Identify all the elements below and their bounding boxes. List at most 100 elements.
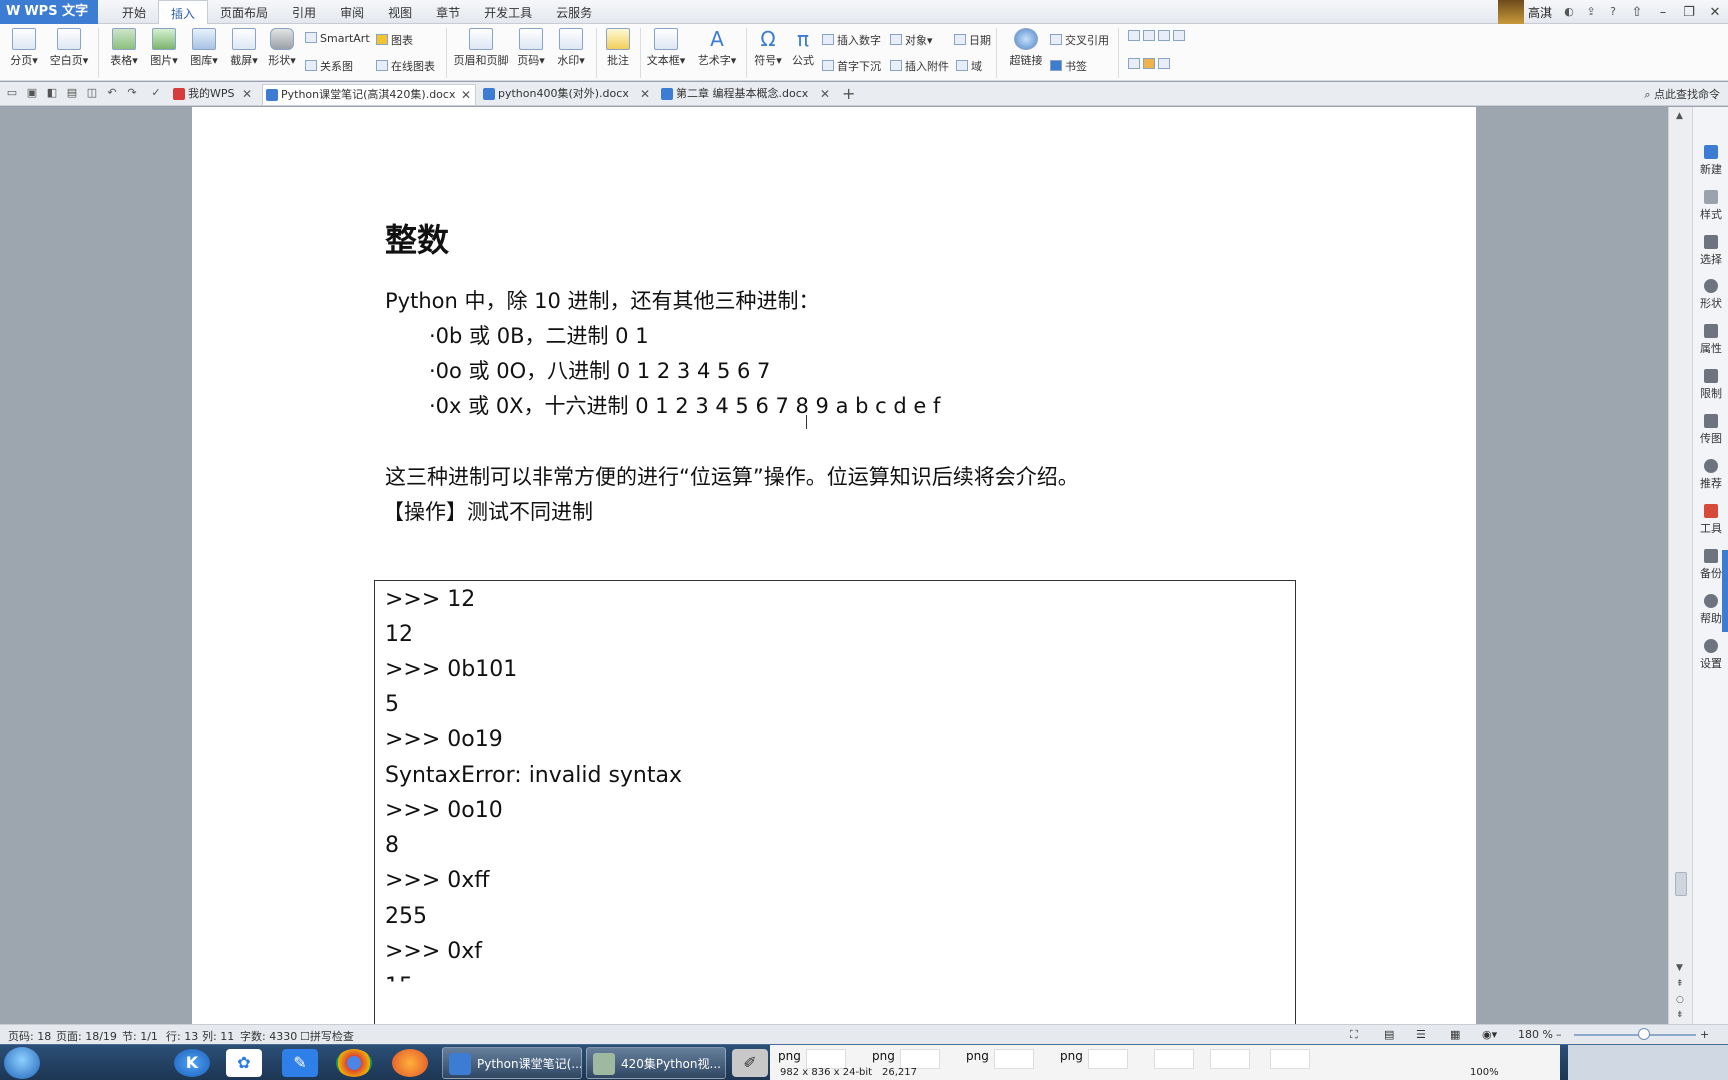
help-icon[interactable]: ? xyxy=(1606,5,1620,19)
sidebar-item-properties[interactable]: 属性 xyxy=(1693,324,1728,356)
zoom-slider-knob[interactable] xyxy=(1638,1028,1650,1040)
insert-number-button[interactable]: 插入数字 xyxy=(822,32,881,48)
zoom-out-icon[interactable]: – xyxy=(1556,1028,1562,1041)
zoom-level[interactable]: 180 % xyxy=(1518,1028,1553,1041)
chrome-icon[interactable] xyxy=(336,1049,372,1077)
restore-ribbon-icon[interactable]: ⇧ xyxy=(1624,5,1650,20)
tab-view[interactable]: 视图 xyxy=(376,0,424,24)
thumbnail[interactable] xyxy=(1270,1049,1310,1069)
field-button[interactable]: 域 xyxy=(956,58,982,74)
table-button[interactable]: 表格▾ xyxy=(106,28,142,68)
symbol-button[interactable]: Ω 符号▾ xyxy=(750,28,786,68)
zoom-in-icon[interactable]: + xyxy=(1700,1028,1709,1041)
screenshot-button[interactable]: 截屏▾ xyxy=(226,28,262,68)
sidebar-item-tools[interactable]: 工具 xyxy=(1693,504,1728,536)
formula-button[interactable]: π 公式 xyxy=(788,28,818,68)
maximize-button[interactable]: ❐ xyxy=(1676,5,1702,20)
status-col[interactable]: 列: 11 xyxy=(202,1028,234,1044)
add-tab-icon[interactable]: + xyxy=(842,84,855,103)
scroll-thumb[interactable] xyxy=(1675,872,1687,896)
close-tab-icon[interactable]: ✕ xyxy=(640,84,650,104)
close-tab-icon[interactable]: ✕ xyxy=(242,84,252,104)
status-pages[interactable]: 页面: 18/19 xyxy=(56,1028,117,1044)
web-view-icon[interactable]: ▦ xyxy=(1450,1028,1460,1041)
chart-button[interactable]: 图表 xyxy=(376,32,413,48)
close-button[interactable]: ✕ xyxy=(1702,5,1728,20)
full-screen-icon[interactable]: ⛶ xyxy=(1350,1028,1358,1042)
baidu-netdisk-icon[interactable]: ✿ xyxy=(226,1049,262,1077)
page-view-icon[interactable]: ▤ xyxy=(1384,1028,1394,1041)
dropcap-button[interactable]: 首字下沉 xyxy=(822,58,881,74)
save-icon[interactable]: ▣ xyxy=(26,87,38,99)
tab-python-notes[interactable]: Python课堂笔记(高淇420集).docx ✕ xyxy=(262,84,476,105)
close-tab-icon[interactable]: ✕ xyxy=(820,84,830,104)
page-number-button[interactable]: 页码▾ xyxy=(512,28,550,68)
wordart-button[interactable]: A 艺术字▾ xyxy=(694,28,740,68)
sidebar-item-new[interactable]: 新建 xyxy=(1693,145,1728,177)
user-name[interactable]: 高淇 xyxy=(1528,4,1552,21)
shape-button[interactable]: 形状▾ xyxy=(264,28,300,68)
cross-ref-button[interactable]: 交叉引用 xyxy=(1050,32,1109,48)
tab-developer[interactable]: 开发工具 xyxy=(472,0,544,24)
tab-references[interactable]: 引用 xyxy=(280,0,328,24)
scroll-up-icon[interactable]: ▲ xyxy=(1676,111,1683,121)
smartart-button[interactable]: SmartArt xyxy=(305,32,370,45)
gallery-button[interactable]: 图库▾ xyxy=(186,28,222,68)
browse-object-icon[interactable]: ○ xyxy=(1676,995,1684,1005)
eye-protect-icon[interactable]: ◉▾ xyxy=(1482,1028,1497,1041)
tab-python400[interactable]: python400集(对外).docx ✕ xyxy=(480,84,654,105)
close-tab-icon[interactable]: ✕ xyxy=(461,85,471,105)
spell-check-toggle[interactable]: ☐拼写检查 xyxy=(300,1028,354,1044)
tab-chapter2[interactable]: 第二章 编程基本概念.docx ✕ xyxy=(658,84,834,105)
app-menu-button[interactable]: WWPS 文字 ▾ xyxy=(0,0,98,43)
vertical-scrollbar[interactable]: ▲ ▼ ⇞ ○ ⇟ xyxy=(1668,107,1692,1024)
start-button[interactable] xyxy=(4,1047,40,1079)
picture-button[interactable]: 图片▾ xyxy=(146,28,182,68)
zoom-slider[interactable] xyxy=(1574,1034,1696,1036)
online-chart-button[interactable]: 在线图表 xyxy=(376,58,435,74)
open-icon[interactable]: ▭ xyxy=(6,87,18,99)
preview-icon[interactable]: ◫ xyxy=(86,87,98,99)
firefox-icon[interactable] xyxy=(392,1049,428,1077)
blank-page-button[interactable]: 空白页▾ xyxy=(46,28,92,68)
sidebar-item-select[interactable]: 选择 xyxy=(1693,235,1728,267)
prev-page-icon[interactable]: ⇞ xyxy=(1676,979,1684,989)
watermark-button[interactable]: 水印▾ xyxy=(552,28,590,68)
share-icon[interactable]: ⇪ xyxy=(1584,5,1598,19)
date-button[interactable]: 日期 xyxy=(954,32,991,48)
thumbnail[interactable] xyxy=(806,1049,846,1069)
skin-icon[interactable]: ◐ xyxy=(1562,5,1576,19)
scroll-down-icon[interactable]: ▼ xyxy=(1676,963,1683,973)
status-page-code[interactable]: 页码: 18 xyxy=(8,1028,51,1044)
form-controls-row1[interactable] xyxy=(1128,30,1188,43)
status-words[interactable]: 字数: 4330 xyxy=(240,1028,297,1044)
attachment-button[interactable]: 插入附件 xyxy=(890,58,949,74)
thumbnail[interactable] xyxy=(900,1049,940,1069)
sidebar-collapse-handle[interactable] xyxy=(1722,550,1728,632)
kugou-icon[interactable]: K xyxy=(174,1049,210,1077)
comment-button[interactable]: 批注 xyxy=(602,28,634,68)
sidebar-item-upload-image[interactable]: 传图 xyxy=(1693,414,1728,446)
header-footer-button[interactable]: 页眉和页脚 xyxy=(452,28,510,68)
tab-my-wps[interactable]: 我的WPS ✕ xyxy=(170,84,256,105)
thumbnail[interactable] xyxy=(1210,1049,1250,1069)
status-section[interactable]: 节: 1/1 xyxy=(122,1028,158,1044)
tab-page-layout[interactable]: 页面布局 xyxy=(208,0,280,24)
sidebar-item-recommend[interactable]: 推荐 xyxy=(1693,459,1728,491)
tab-review[interactable]: 审阅 xyxy=(328,0,376,24)
avatar[interactable] xyxy=(1497,0,1524,24)
sidebar-item-settings[interactable]: 设置 xyxy=(1693,639,1728,671)
print-icon[interactable]: ▤ xyxy=(66,87,78,99)
command-search[interactable]: ⌕ 点此查找命令 xyxy=(1644,86,1720,102)
editor-icon[interactable]: ✐ xyxy=(732,1049,768,1077)
status-row[interactable]: 行: 13 xyxy=(166,1028,198,1044)
sidebar-item-shape[interactable]: 形状 xyxy=(1693,279,1728,311)
undo-icon[interactable]: ↶ xyxy=(106,87,118,99)
redo-icon[interactable]: ↷ xyxy=(126,87,138,99)
minimize-button[interactable]: – xyxy=(1650,5,1676,20)
feather-app-icon[interactable]: ✎ xyxy=(282,1049,318,1077)
taskbar-video-window[interactable]: 420集Python视... xyxy=(586,1047,726,1079)
relation-map-button[interactable]: 关系图 xyxy=(305,58,353,74)
outline-view-icon[interactable]: ☰ xyxy=(1416,1028,1426,1041)
tab-home[interactable]: 开始 xyxy=(110,0,158,24)
